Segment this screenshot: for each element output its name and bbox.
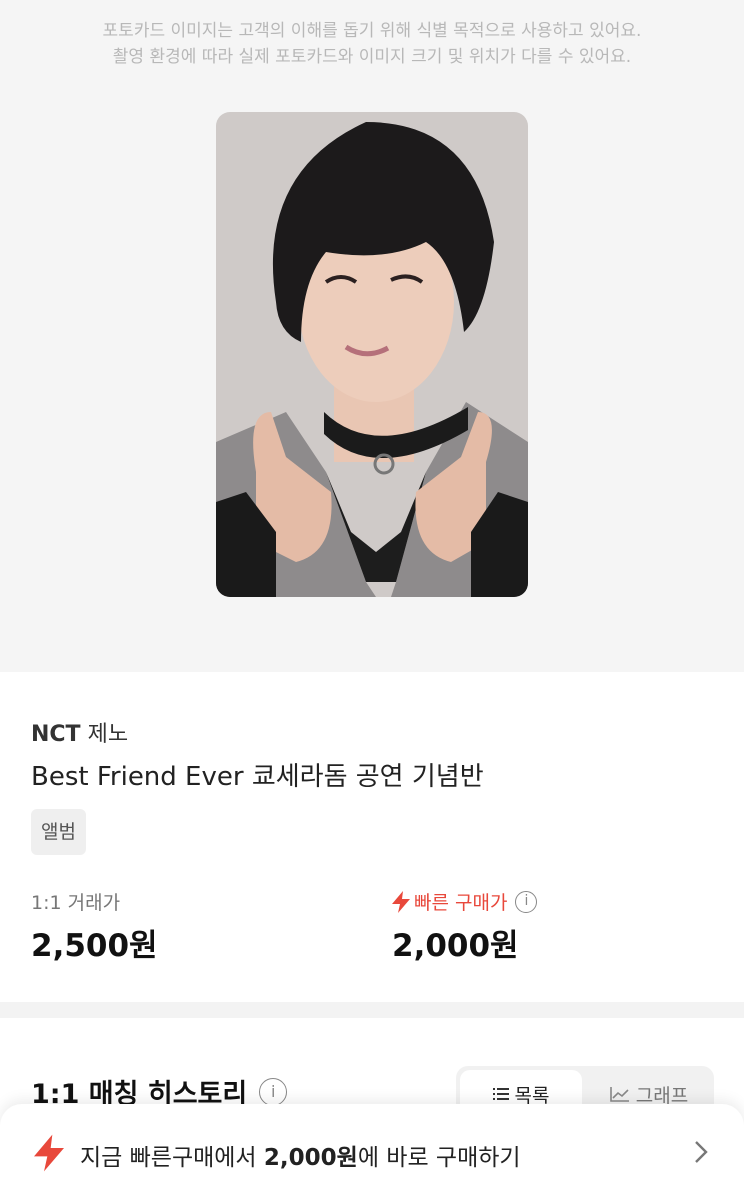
history-info-icon[interactable]: i [259, 1077, 288, 1106]
notice-line-1: 포토카드 이미지는 고객의 이해를 돕기 위해 식별 목적으로 사용하고 있어요… [102, 21, 642, 41]
quick-buy-text: 지금 빠른구매에서 2,000원에 바로 구매하기 [80, 1138, 521, 1172]
lightning-bolt-icon [34, 1134, 64, 1172]
product-title: Best Friend Ever 쿄세라돔 공연 기념반 [31, 762, 484, 792]
fast-price-label: 빠른 구매가 [414, 892, 508, 914]
photo-card-image[interactable] [216, 112, 528, 597]
section-divider [0, 1002, 744, 1018]
fast-price-label-row: 빠른 구매가 i [392, 888, 538, 915]
quick-buy-bar[interactable]: 지금 빠른구매에서 2,000원에 바로 구매하기 [0, 1104, 744, 1200]
image-notice: 포토카드 이미지는 고객의 이해를 돕기 위해 식별 목적으로 사용하고 있어요… [0, 18, 744, 70]
group-name: NCT [31, 722, 81, 747]
quick-buy-price: 2,000원 [263, 1145, 358, 1171]
member-name: 제노 [87, 722, 129, 747]
trade-price-value: 2,500원 [31, 928, 158, 964]
lightning-bolt-icon [392, 890, 410, 913]
category-tag: 앨범 [31, 809, 86, 855]
line-chart-icon [609, 1087, 629, 1102]
quick-buy-suffix: 에 바로 구매하기 [357, 1145, 521, 1171]
artist-name[interactable]: NCT 제노 [31, 716, 128, 748]
trade-price-label: 1:1 거래가 [31, 892, 121, 914]
fast-price-value: 2,000원 [392, 928, 519, 964]
quick-buy-prefix: 지금 빠른구매에서 [80, 1145, 264, 1171]
photo-card-hero: 포토카드 이미지는 고객의 이해를 돕기 위해 식별 목적으로 사용하고 있어요… [0, 0, 744, 672]
list-icon [492, 1088, 509, 1100]
chevron-right-icon[interactable] [694, 1140, 708, 1164]
notice-line-2: 촬영 환경에 따라 실제 포토카드와 이미지 크기 및 위치가 다를 수 있어요… [112, 47, 632, 67]
info-icon[interactable]: i [515, 890, 538, 913]
